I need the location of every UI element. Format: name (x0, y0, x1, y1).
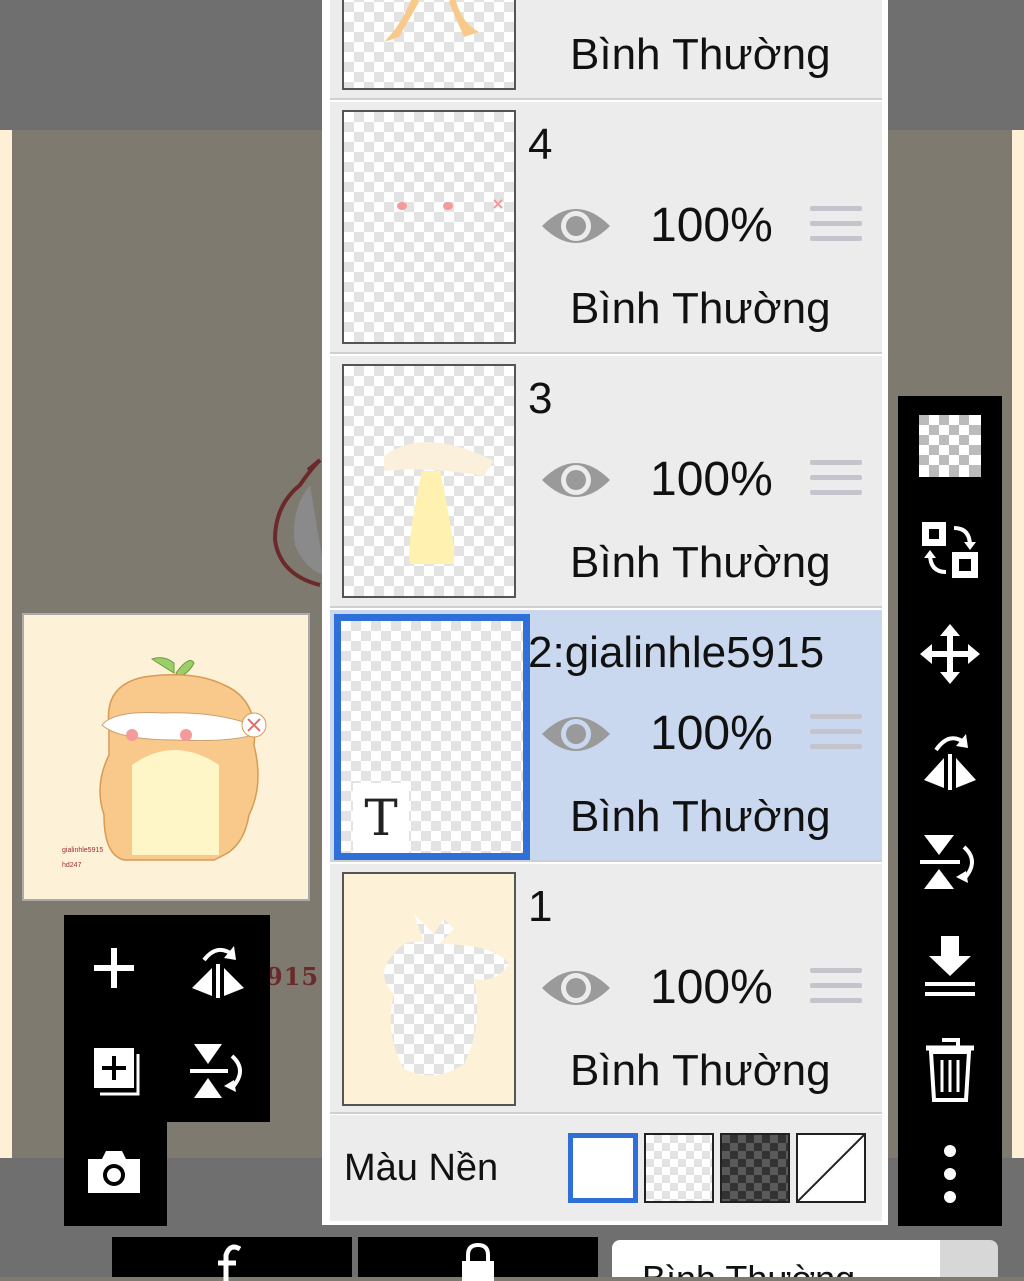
alpha-lock-button[interactable] (358, 1237, 598, 1281)
flip-horizontal-icon (192, 946, 244, 998)
more-options-button[interactable] (898, 1124, 1002, 1224)
layer-row[interactable]: 4 100% Bình Thường (330, 102, 882, 354)
canvas-edge-left (0, 130, 12, 1160)
canvas-signature-text: 915 (266, 962, 320, 991)
layers-panel: Bình Thường 4 100% Bình Thường 3 100% Bì… (322, 0, 888, 1225)
transparency-button[interactable] (898, 396, 1002, 496)
layer-blend-mode[interactable]: Bình Thường (570, 1046, 831, 1096)
bg-swatch-none[interactable] (796, 1133, 866, 1203)
text-layer-icon: T (353, 783, 409, 853)
layer-opacity[interactable]: 100% (650, 452, 773, 507)
blend-mode-select[interactable]: Bình Thường (612, 1240, 940, 1277)
layer-row[interactable]: Bình Thường (330, 0, 882, 100)
layer-opacity[interactable]: 100% (650, 960, 773, 1015)
right-toolbar (898, 396, 1002, 1226)
visibility-eye-icon[interactable] (540, 706, 612, 762)
layer-name: 4 (528, 120, 553, 169)
layer-name: 1 (528, 882, 553, 931)
layer-name: 3 (528, 374, 553, 423)
layer-row[interactable]: 1 100% Bình Thường (330, 864, 882, 1114)
clipping-button[interactable] (112, 1237, 352, 1281)
delete-layer-button[interactable] (898, 1020, 1002, 1120)
layer-thumbnail[interactable] (342, 364, 516, 598)
none-slash-icon (797, 1134, 865, 1202)
layer-opacity[interactable]: 100% (650, 706, 773, 761)
move-button[interactable] (898, 604, 1002, 704)
flip-layer-horizontal-button[interactable] (168, 918, 268, 1018)
flip-horizontal-button[interactable] (898, 708, 1002, 808)
bg-swatch-white[interactable] (568, 1133, 638, 1203)
merge-down-button[interactable] (898, 916, 1002, 1016)
lock-icon (462, 1242, 494, 1281)
preview-drawing (99, 657, 267, 861)
visibility-eye-icon[interactable] (540, 198, 612, 254)
swap-icon (922, 522, 978, 578)
canvas-preview[interactable]: gialinhle5915 hd247 (22, 613, 310, 901)
layer-thumbnail[interactable] (342, 110, 516, 344)
preview-signature-2: hd247 (62, 862, 82, 869)
camera-icon (88, 1151, 140, 1193)
preview-signature-1: gialinhle5915 (62, 847, 104, 854)
flip-vertical-button[interactable] (898, 812, 1002, 912)
blend-mode-dropdown-arrow[interactable] (940, 1240, 998, 1277)
canvas-edge-right (1012, 130, 1024, 1160)
flip-layer-vertical-button[interactable] (168, 1020, 268, 1120)
layer-name: 2:gialinhle5915 (528, 628, 825, 677)
duplicate-layer-button[interactable] (64, 1020, 164, 1120)
swap-button[interactable] (898, 500, 1002, 600)
bg-swatch-transparent-dark[interactable] (720, 1133, 790, 1203)
layer-opacity[interactable]: 100% (650, 198, 773, 253)
camera-button[interactable] (64, 1122, 164, 1222)
layer-thumbnail[interactable] (342, 0, 516, 90)
bg-swatch-transparent-light[interactable] (644, 1133, 714, 1203)
layer-blend-mode[interactable]: Bình Thường (570, 284, 831, 334)
more-icon (944, 1145, 956, 1203)
layer-blend-mode[interactable]: Bình Thường (570, 538, 831, 588)
drag-handle-icon[interactable] (810, 714, 862, 759)
transparency-icon (919, 415, 981, 477)
flip-horizontal-icon (924, 734, 976, 790)
visibility-eye-icon[interactable] (540, 452, 612, 508)
clipping-icon (218, 1244, 242, 1281)
merge-down-icon (925, 936, 975, 996)
blend-mode-value: Bình Thường (642, 1258, 855, 1277)
layer-blend-mode[interactable]: Bình Thường (570, 792, 831, 842)
background-color-row: Màu Nền (330, 1115, 882, 1221)
layer-thumbnail[interactable]: T (334, 614, 530, 860)
drag-handle-icon[interactable] (810, 460, 862, 505)
flip-vertical-icon (190, 1044, 242, 1098)
background-color-label: Màu Nền (344, 1147, 499, 1189)
flip-vertical-icon (920, 835, 974, 889)
add-layer-icon (94, 948, 134, 988)
trash-icon (926, 1038, 974, 1102)
add-layer-copy-icon (94, 1048, 140, 1096)
add-layer-button[interactable] (64, 918, 164, 1018)
visibility-eye-icon[interactable] (540, 960, 612, 1016)
drag-handle-icon[interactable] (810, 968, 862, 1013)
layer-row[interactable]: 3 100% Bình Thường (330, 356, 882, 608)
layer-thumbnail[interactable] (342, 872, 516, 1106)
drag-handle-icon[interactable] (810, 206, 862, 251)
layer-row-selected[interactable]: T 2:gialinhle5915 100% Bình Thường (330, 610, 882, 862)
layer-blend-mode[interactable]: Bình Thường (570, 30, 831, 80)
move-icon (920, 624, 980, 684)
